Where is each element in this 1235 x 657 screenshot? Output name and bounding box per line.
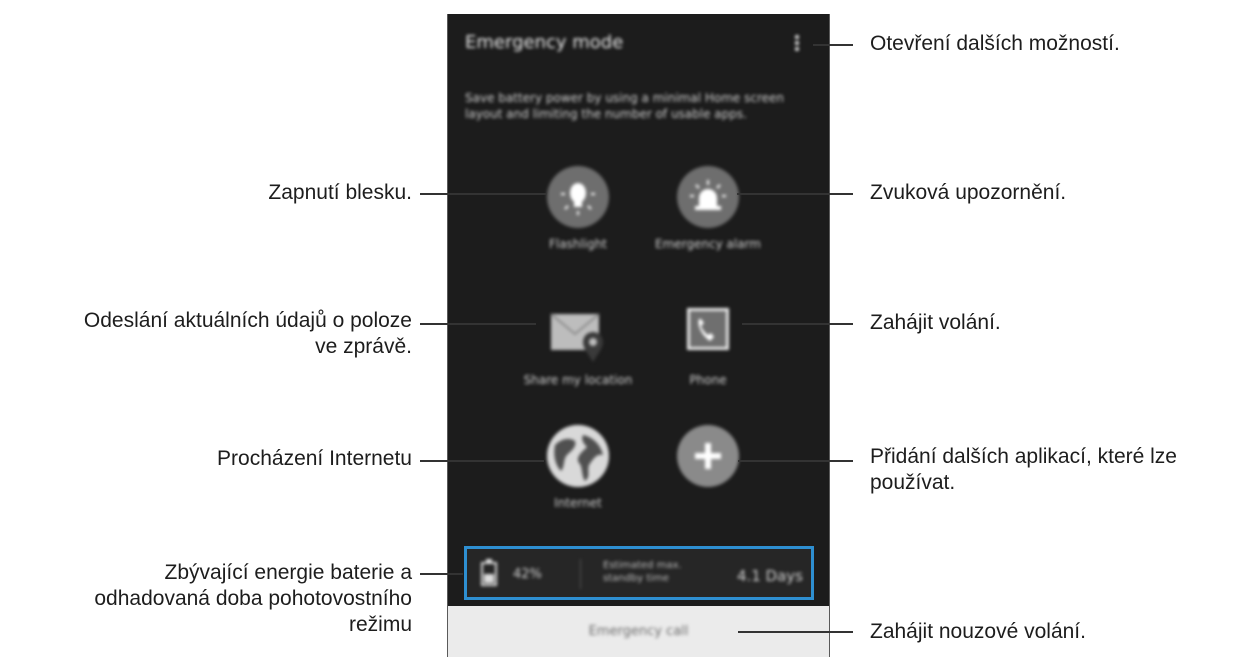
- phone-screen: Emergency mode Save battery power by usi…: [447, 14, 830, 657]
- callout-line-flashlight: [420, 193, 546, 195]
- flashlight-icon: [547, 166, 609, 228]
- internet-app[interactable]: Internet: [503, 425, 653, 511]
- flashlight-app[interactable]: Flashlight: [503, 166, 653, 252]
- battery-icon: [481, 559, 497, 586]
- flashlight-label: Flashlight: [548, 237, 608, 251]
- callout-share-location: Odeslání aktuálních údajů o poloze ve zp…: [10, 308, 412, 360]
- phone-app[interactable]: Phone: [633, 302, 783, 388]
- callout-line-alarm: [737, 193, 853, 195]
- phone-label: Phone: [689, 373, 727, 387]
- callout-add-apps: Přidání dalších aplikací, které lze použ…: [870, 444, 1232, 496]
- internet-label: Internet: [554, 496, 602, 510]
- screen-title: Emergency mode: [465, 32, 624, 53]
- callout-share-location-line1: Odeslání aktuálních údajů o poloze: [83, 309, 412, 332]
- battery-info-panel: 42% Estimated max. standby time 4.1 Days: [464, 546, 814, 600]
- callout-line-share-location: [420, 323, 536, 325]
- callout-more-options: Otevření dalších možností.: [870, 32, 1120, 55]
- plus-icon: [677, 425, 739, 487]
- share-location-app[interactable]: Share my location: [503, 302, 653, 388]
- standby-time-label: Estimated max. standby time: [603, 560, 682, 584]
- callout-phone: Zahájit volání.: [870, 311, 1001, 334]
- add-app-button[interactable]: [633, 425, 783, 487]
- callout-alarm: Zvuková upozornění.: [870, 181, 1067, 204]
- callout-add-apps-line1: Přidání dalších aplikací, které lze: [870, 445, 1177, 468]
- callout-line-emergency-call: [738, 631, 853, 633]
- callout-battery-line3: režimu: [348, 613, 412, 636]
- standby-time-value: 4.1 Days: [736, 567, 803, 585]
- callout-line-add-apps: [738, 460, 853, 462]
- envelope-location-icon: [547, 302, 609, 364]
- callout-add-apps-line2: používat.: [870, 471, 956, 494]
- callout-line-phone: [742, 323, 853, 325]
- callout-internet: Procházení Internetu: [217, 447, 412, 470]
- callout-emergency-call: Zahájit nouzové volání.: [870, 620, 1086, 643]
- divider: [580, 559, 581, 589]
- emergency-alarm-app[interactable]: Emergency alarm: [633, 166, 783, 252]
- globe-icon: [547, 425, 609, 487]
- share-location-label: Share my location: [523, 373, 633, 387]
- callout-flashlight: Zapnutí blesku.: [268, 181, 412, 204]
- more-options-icon[interactable]: [792, 34, 802, 52]
- siren-icon: [677, 166, 739, 228]
- callout-battery: Zbývající energie baterie a odhadovaná d…: [60, 560, 412, 638]
- callout-line-more: [813, 44, 853, 46]
- emergency-alarm-label: Emergency alarm: [655, 237, 761, 251]
- battery-percent: 42%: [513, 567, 542, 582]
- emergency-call-label: Emergency call: [588, 624, 689, 639]
- callout-line-internet: [420, 460, 544, 462]
- callout-share-location-line2: ve zprávě.: [315, 335, 412, 358]
- callout-battery-line1: Zbývající energie baterie a: [164, 561, 412, 584]
- callout-line-battery: [420, 573, 463, 575]
- screen-description: Save battery power by using a minimal Ho…: [465, 91, 785, 121]
- callout-battery-line2: odhadovaná doba pohotovostního: [94, 587, 412, 610]
- phone-icon: [677, 302, 739, 364]
